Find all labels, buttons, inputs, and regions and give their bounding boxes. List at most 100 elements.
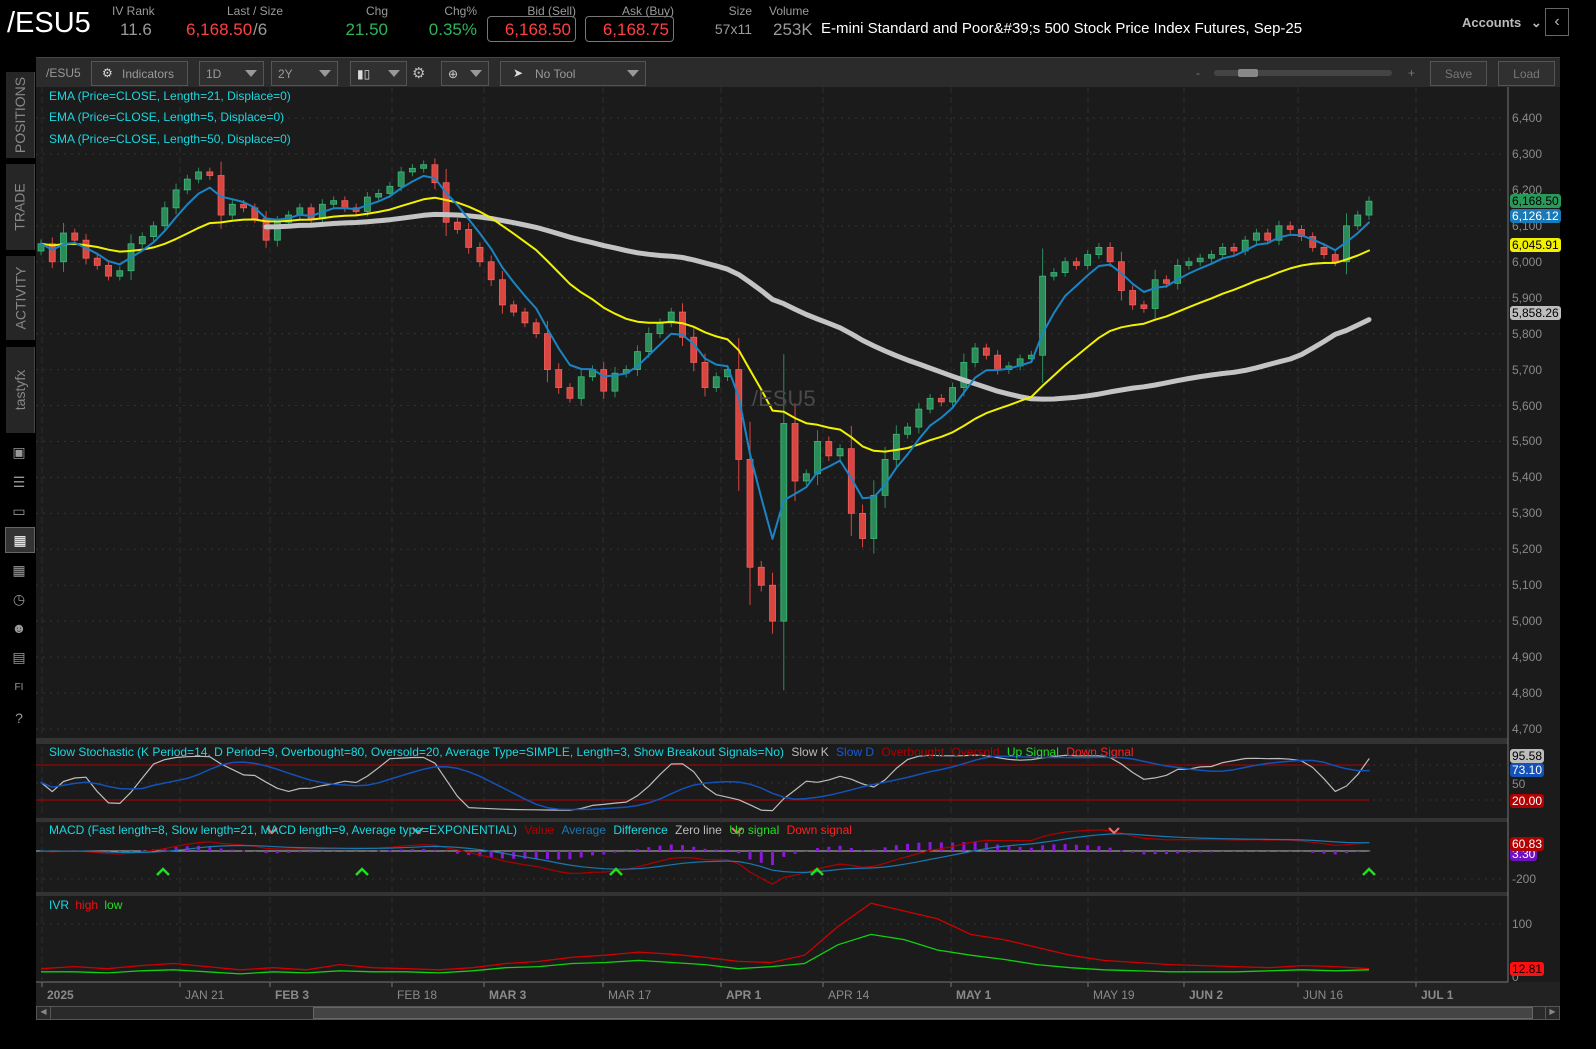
candle — [150, 225, 157, 238]
candle — [825, 441, 833, 457]
macd-diff-bar — [557, 851, 561, 860]
candle — [1106, 246, 1114, 263]
date-tick-label: JUL 1 — [1421, 988, 1454, 1002]
up-signal-label: Up Signal — [1006, 745, 1059, 759]
macd-diff-bar — [939, 842, 943, 851]
candle — [408, 167, 416, 173]
macd-diff-bar — [861, 850, 865, 852]
macd-diff-bar — [1232, 851, 1236, 853]
ivr-legend[interactable]: IVR high low — [49, 898, 122, 912]
macd-diff-bar — [714, 849, 718, 851]
candle — [48, 243, 56, 263]
pane-divider — [36, 892, 1560, 896]
macd-diff-bar — [1277, 851, 1281, 852]
macd-difference-label: Difference — [613, 823, 668, 837]
macd-diff-bar — [320, 851, 324, 852]
macd-diff-bar — [883, 847, 887, 851]
macd-diff-bar — [399, 849, 403, 851]
macd-diff-bar — [545, 851, 549, 860]
overbought-label: Overbought — [881, 745, 945, 759]
candle — [566, 387, 574, 399]
sma50-legend[interactable]: SMA (Price=CLOSE, Length=50, Displace=0) — [49, 132, 291, 146]
candle — [1163, 279, 1170, 284]
candle — [701, 361, 709, 388]
candle — [386, 185, 394, 194]
macd-diff-bar — [737, 851, 741, 854]
macd-diff-bar — [1187, 851, 1191, 853]
macd-diff-bar — [298, 851, 302, 853]
scrollbar-thumb[interactable] — [313, 1007, 1533, 1019]
date-tick-label: MAY 19 — [1093, 988, 1135, 1002]
date-tick-label: 2025 — [47, 988, 74, 1002]
macd-diff-bar — [984, 842, 988, 851]
price-tick-label: 5,700 — [1512, 362, 1543, 377]
macd-diff-bar — [996, 844, 1000, 851]
candle — [1219, 246, 1227, 255]
candle — [195, 171, 202, 180]
candle — [1196, 257, 1204, 263]
zero-line-label: Zero line — [675, 823, 722, 837]
candle — [1061, 261, 1069, 273]
candle — [1208, 254, 1215, 259]
candle — [960, 361, 968, 388]
candle — [499, 279, 506, 306]
macd-diff-bar — [1074, 844, 1078, 851]
ivr-badge: 12.81 — [1510, 962, 1545, 976]
price-tick-label: 5,800 — [1512, 326, 1543, 341]
macd-diff-bar — [534, 851, 538, 859]
macd-diff-bar — [129, 851, 133, 852]
price-tick-label: 5,400 — [1512, 470, 1543, 485]
macd-diff-bar — [613, 851, 617, 853]
macd-diff-bar — [309, 851, 313, 853]
candle — [71, 232, 79, 241]
candle — [397, 171, 405, 187]
candle — [1129, 290, 1137, 306]
price-tick-label: 5,500 — [1512, 434, 1543, 449]
macd-diff-bar — [433, 849, 437, 851]
macd-diff-bar — [917, 842, 921, 851]
stochastic-legend[interactable]: Slow Stochastic (K Period=14, D Period=9… — [49, 745, 1134, 759]
candle — [375, 193, 383, 198]
price-tick-label: 5,300 — [1512, 506, 1543, 521]
scroll-left-button[interactable]: ◀ — [37, 1007, 51, 1019]
candle — [1185, 261, 1193, 266]
date-tick-label: FEB 18 — [397, 988, 438, 1002]
chart-canvas[interactable] — [0, 0, 1596, 1049]
candle — [1230, 246, 1238, 252]
candle — [476, 246, 484, 263]
stoch-title: Slow Stochastic (K Period=14, D Period=9… — [49, 745, 784, 759]
candle — [712, 376, 720, 388]
macd-diff-bar — [703, 848, 707, 851]
slow-k-label: Slow K — [791, 745, 829, 759]
macd-diff-bar — [894, 845, 898, 851]
candle — [600, 369, 608, 392]
price-tick-label: 4,800 — [1512, 686, 1543, 701]
candle — [926, 397, 934, 410]
horizontal-scrollbar[interactable]: ◀ ▶ — [36, 1006, 1560, 1020]
macd-diff-bar — [1209, 851, 1213, 853]
macd-diff-bar — [1176, 851, 1180, 854]
candle — [769, 584, 776, 622]
candle — [994, 354, 1002, 370]
candle — [802, 473, 810, 482]
ivr-low-label: low — [104, 898, 123, 912]
oversold-label: Oversold — [951, 745, 1000, 759]
candle — [544, 333, 551, 370]
macd-diff-bar — [658, 845, 662, 851]
ema21-badge: 6,045.91 — [1510, 238, 1561, 252]
scroll-right-button[interactable]: ▶ — [1545, 1007, 1559, 1019]
slow-d-label: Slow D — [836, 745, 875, 759]
pane-divider — [36, 738, 1560, 744]
macd-diff-bar — [1164, 851, 1168, 855]
macd-diff-bar — [1063, 844, 1067, 851]
macd-diff-bar — [1221, 851, 1225, 852]
macd-tick: -200 — [1512, 872, 1537, 886]
candle — [1072, 261, 1080, 266]
macd-diff-bar — [1322, 851, 1326, 854]
macd-legend[interactable]: MACD (Fast length=8, Slow length=21, MAC… — [49, 823, 852, 837]
macd-up-signal-label: Up signal — [729, 823, 780, 837]
candle — [532, 322, 540, 335]
ema5-legend[interactable]: EMA (Price=CLOSE, Length=5, Displace=0) — [49, 110, 284, 124]
candle — [1095, 246, 1103, 255]
ema21-legend[interactable]: EMA (Price=CLOSE, Length=21, Displace=0) — [49, 89, 291, 103]
